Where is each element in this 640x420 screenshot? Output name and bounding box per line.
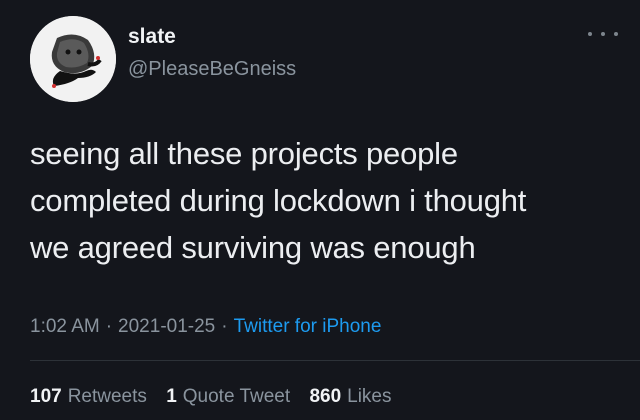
retweets-label: Retweets [67, 386, 147, 407]
user-handle[interactable]: @PleaseBeGneiss [128, 56, 296, 82]
tweet-stats: 107 Retweets 1 Quote Tweet 860 Likes [30, 386, 406, 408]
tweet-source-link[interactable]: Twitter for iPhone [234, 316, 382, 337]
likes-count: 860 [309, 386, 342, 407]
quote-tweets-stat[interactable]: 1 Quote Tweet [166, 386, 290, 407]
display-name[interactable]: slate [128, 24, 296, 50]
retweets-count: 107 [30, 386, 62, 407]
retweets-stat[interactable]: 107 Retweets [30, 386, 147, 407]
tweet-date[interactable]: 2021-01-25 [118, 316, 215, 337]
more-options-button[interactable] [588, 26, 618, 42]
author-block: slate @PleaseBeGneiss [128, 24, 296, 82]
ellipsis-icon [601, 32, 605, 36]
tweet-meta: 1:02 AM · 2021-01-25 · Twitter for iPhone [30, 316, 381, 338]
likes-stat[interactable]: 860 Likes [309, 386, 391, 407]
ellipsis-icon [614, 32, 618, 36]
avatar[interactable] [30, 16, 116, 102]
tweet-time[interactable]: 1:02 AM [30, 316, 100, 337]
ellipsis-icon [588, 32, 592, 36]
quote-tweets-count: 1 [166, 386, 177, 407]
meta-separator: · [221, 316, 228, 337]
tweet-text: seeing all these projects people complet… [30, 136, 527, 265]
likes-label: Likes [347, 386, 392, 407]
quote-tweets-label: Quote Tweet [182, 386, 291, 407]
tweet-card: slate @PleaseBeGneiss seeing all these p… [0, 0, 640, 420]
meta-separator: · [105, 316, 113, 337]
divider [30, 360, 640, 361]
rock-avatar-icon [30, 16, 116, 102]
